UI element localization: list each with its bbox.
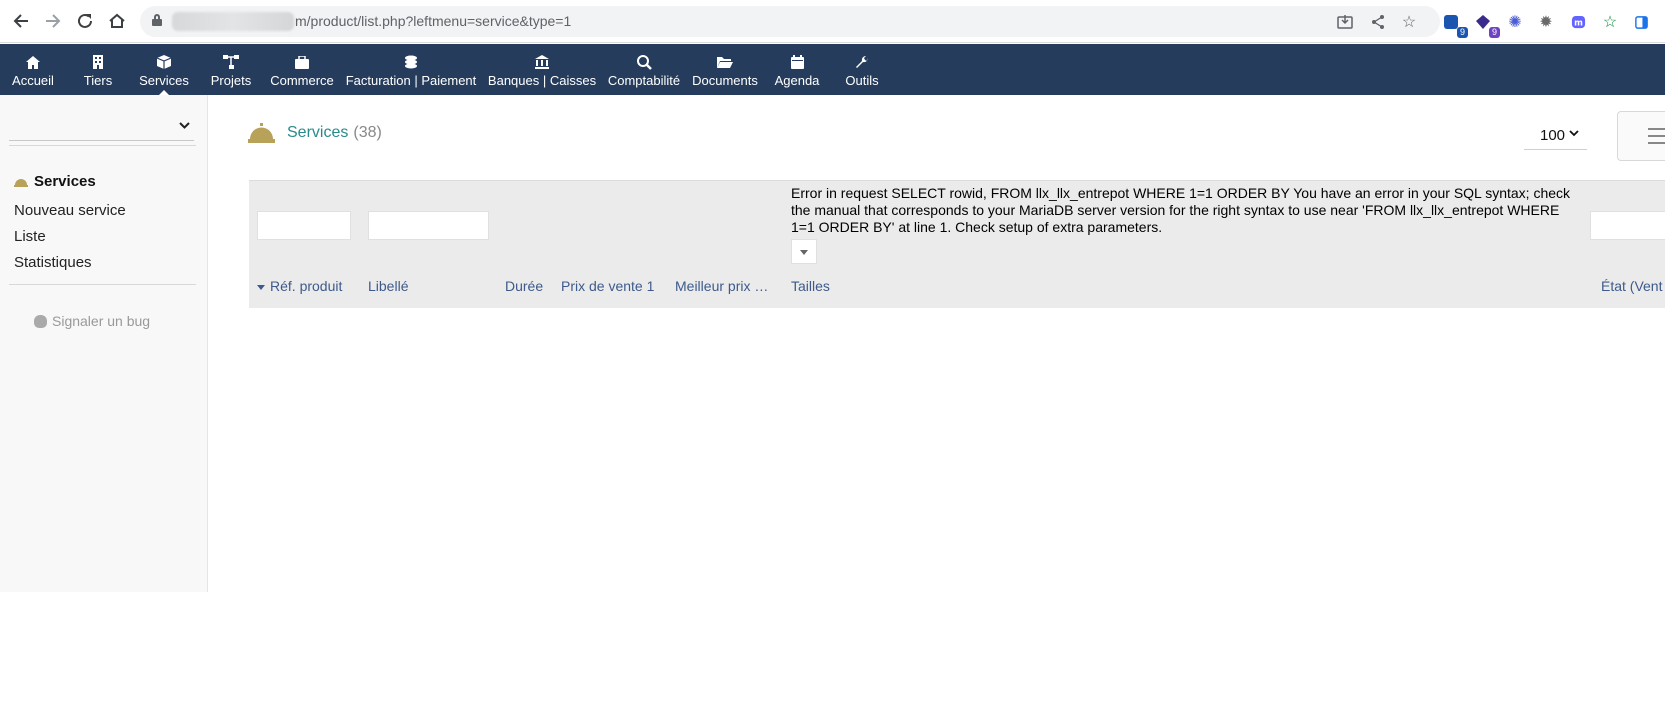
- menu-item-banques[interactable]: Banques | Caisses: [488, 44, 596, 95]
- menu-item-label: Facturation | Paiement: [345, 73, 477, 88]
- column-header-prix-vente[interactable]: Prix de vente 1: [561, 278, 654, 294]
- menu-item-accueil[interactable]: Accueil: [10, 44, 56, 95]
- filter-state-input[interactable]: [1590, 211, 1665, 240]
- page-size-select[interactable]: 100: [1524, 122, 1587, 150]
- extension-badge: 9: [1488, 27, 1500, 38]
- home-icon: [25, 54, 41, 70]
- url-path: m/product/list.php?leftmenu=service&type…: [295, 13, 572, 29]
- lock-icon: [152, 14, 162, 26]
- extension-badge: 9: [1456, 27, 1468, 38]
- menu-item-outils[interactable]: Outils: [842, 44, 882, 95]
- back-arrow-icon[interactable]: [10, 10, 32, 32]
- column-header-etat[interactable]: État (Vent: [1601, 278, 1662, 294]
- column-header-duree[interactable]: Durée: [505, 278, 543, 294]
- sidebar-title-label: Services: [34, 173, 96, 190]
- record-count: (38): [353, 124, 382, 141]
- cube-icon: [156, 54, 172, 70]
- reload-icon[interactable]: [74, 10, 96, 32]
- browser-toolbar: m/product/list.php?leftmenu=service&type…: [0, 0, 1665, 43]
- menu-item-label: Tiers: [83, 73, 113, 88]
- report-bug-link[interactable]: Signaler un bug: [34, 313, 150, 329]
- briefcase-icon: [294, 54, 310, 70]
- top-menu-bar: Accueil Tiers Services Projets Commerce …: [0, 44, 1665, 95]
- home-icon[interactable]: [106, 10, 128, 32]
- chevron-down-icon: [179, 119, 190, 133]
- share-icon[interactable]: [1367, 11, 1389, 33]
- mastodon-extension-icon[interactable]: m: [1567, 11, 1589, 33]
- sidebar-item-nouveau-service[interactable]: Nouveau service: [14, 202, 126, 219]
- folder-open-icon: [717, 54, 733, 70]
- service-bell-icon: [248, 123, 275, 143]
- menu-item-services[interactable]: Services: [136, 44, 192, 95]
- list-view-button[interactable]: [1617, 111, 1665, 161]
- menu-item-documents[interactable]: Documents: [691, 44, 759, 95]
- coins-icon: [403, 54, 419, 70]
- install-icon[interactable]: [1334, 11, 1356, 33]
- menu-item-tiers[interactable]: Tiers: [80, 44, 116, 95]
- left-sidebar: Services Nouveau service Liste Statistiq…: [0, 95, 208, 592]
- calendar-icon: [789, 54, 805, 70]
- menu-item-label: Accueil: [12, 73, 54, 88]
- forward-arrow-icon[interactable]: [42, 10, 64, 32]
- divider: [9, 145, 196, 146]
- page-title[interactable]: Services: [287, 124, 348, 142]
- column-header-libelle[interactable]: Libellé: [368, 278, 408, 294]
- service-bell-icon: [14, 178, 28, 187]
- sidebar-item-liste[interactable]: Liste: [14, 228, 46, 245]
- menu-item-label: Projets: [210, 73, 252, 88]
- sidebar-section-title[interactable]: Services: [14, 173, 96, 190]
- blurred-hostname: [172, 12, 294, 31]
- svg-text:m: m: [1574, 17, 1583, 27]
- report-bug-label: Signaler un bug: [52, 313, 151, 329]
- star-icon[interactable]: ☆: [1398, 11, 1420, 33]
- filter-label-input[interactable]: [368, 211, 489, 240]
- sort-desc-icon: [257, 284, 265, 290]
- column-header-label: Réf. produit: [270, 278, 343, 294]
- column-header-tailles[interactable]: Tailles: [791, 278, 830, 294]
- filter-ref-input[interactable]: [257, 211, 351, 240]
- menu-item-label: Outils: [845, 73, 879, 88]
- menu-item-label: Banques | Caisses: [487, 73, 597, 88]
- menu-item-label: Agenda: [774, 73, 820, 88]
- column-header-ref[interactable]: Réf. produit: [257, 278, 342, 294]
- sidebar-select[interactable]: [9, 115, 194, 141]
- menu-item-commerce[interactable]: Commerce: [270, 44, 334, 95]
- menu-item-label: Services: [139, 73, 189, 88]
- menu-item-projets[interactable]: Projets: [210, 44, 252, 95]
- extension-icon[interactable]: 9: [1472, 11, 1500, 38]
- bank-icon: [534, 54, 550, 70]
- menu-item-comptabilite[interactable]: Comptabilité: [607, 44, 681, 95]
- caret-down-icon: [800, 250, 808, 255]
- column-header-meilleur-prix[interactable]: Meilleur prix …: [675, 278, 768, 294]
- filter-tailles-select[interactable]: [791, 239, 817, 264]
- snowflake-extension-icon[interactable]: ✺: [1504, 11, 1526, 33]
- menu-item-label: Commerce: [270, 73, 334, 88]
- menu-item-facturation[interactable]: Facturation | Paiement: [345, 44, 477, 95]
- star-extension-icon[interactable]: ☆: [1599, 11, 1621, 33]
- bug-icon: [34, 314, 47, 328]
- menu-item-label: Documents: [692, 73, 758, 88]
- menu-item-agenda[interactable]: Agenda: [773, 44, 821, 95]
- list-icon: [1648, 128, 1665, 144]
- gear-extension-icon[interactable]: ✹: [1535, 11, 1557, 33]
- divider: [9, 284, 196, 285]
- sql-error-message: Error in request SELECT rowid, FROM llx_…: [791, 185, 1571, 235]
- address-bar[interactable]: m/product/list.php?leftmenu=service&type…: [140, 6, 1440, 37]
- extension-icon[interactable]: 9: [1440, 11, 1468, 38]
- page-header: Services (38): [248, 122, 382, 144]
- building-icon: [90, 54, 106, 70]
- page-size-value: 100: [1540, 127, 1566, 144]
- side-panel-icon[interactable]: [1630, 11, 1652, 33]
- wrench-icon: [854, 54, 870, 70]
- chevron-down-icon: [1569, 128, 1579, 140]
- search-dollar-icon: [636, 54, 652, 70]
- sidebar-item-statistiques[interactable]: Statistiques: [14, 254, 92, 271]
- sitemap-icon: [223, 54, 239, 70]
- menu-item-label: Comptabilité: [607, 73, 681, 88]
